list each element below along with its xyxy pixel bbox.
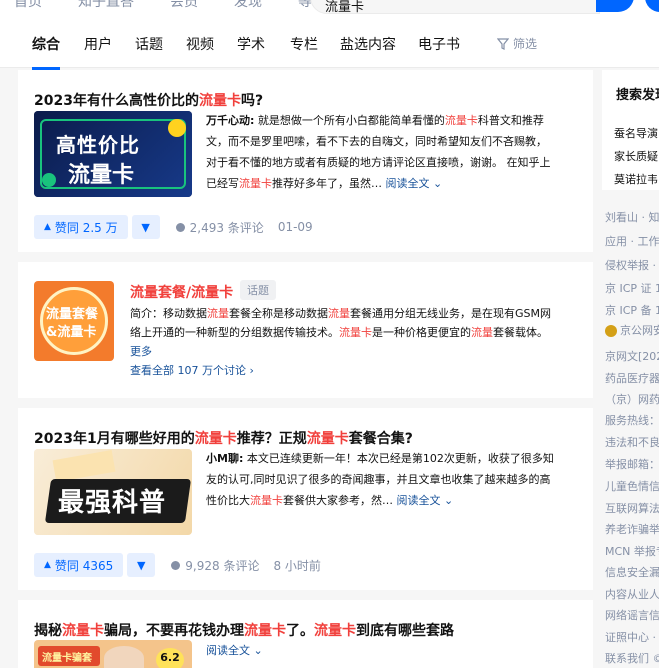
tab-academic[interactable]: 学术 bbox=[237, 34, 265, 54]
card-excerpt[interactable]: 万千心动: 就是想做一个所有小白都能简单看懂的流量卡科普文和推荐 文，而不是罗里… bbox=[206, 110, 576, 194]
topic-more-link[interactable]: 更多 bbox=[130, 342, 580, 361]
chevron-right-icon: › bbox=[249, 364, 254, 377]
read-more-link[interactable]: 阅读全文 ⌄ bbox=[386, 177, 443, 190]
comment-button[interactable]: 2,493 条评论 bbox=[175, 219, 264, 236]
card-thumbnail[interactable]: 最强科普 bbox=[34, 449, 192, 535]
topic-card: 流量套餐 &流量卡 流量套餐/流量卡 话题 简介：移动数据流量套餐全称是移动数据… bbox=[18, 262, 593, 398]
sidebar-item[interactable]: 莫诺拉韦 bbox=[614, 171, 658, 187]
search-button[interactable] bbox=[596, 0, 634, 12]
card-title[interactable]: 2023年有什么高性价比的流量卡吗? bbox=[34, 90, 263, 110]
card-thumbnail[interactable]: 高性价比 流量卡 bbox=[34, 111, 192, 197]
nav-discover[interactable]: 发现 bbox=[234, 0, 262, 11]
chevron-down-icon: ⌄ bbox=[253, 644, 263, 657]
nav-home[interactable]: 首页 bbox=[14, 0, 42, 11]
topic-description: 简介：移动数据流量套餐全称是移动数据流量套餐通用分组无线业务，是在现有GSM网 … bbox=[130, 304, 580, 361]
search-discovery-panel: 搜索发现 蚕名导演 家长质疑 莫诺拉韦 bbox=[602, 70, 659, 190]
downvote-button[interactable]: ▼ bbox=[127, 553, 156, 577]
card-actions: ▲ 赞同 4365 ▼ 9,928 条评论 8 小时前 bbox=[34, 553, 321, 577]
tab-ebooks[interactable]: 电子书 bbox=[418, 34, 460, 54]
topic-image[interactable]: 流量套餐 &流量卡 bbox=[34, 281, 114, 361]
tab-users[interactable]: 用户 bbox=[84, 34, 112, 54]
upvote-button[interactable]: ▲ 赞同 4365 bbox=[34, 553, 124, 577]
filter-label: 筛选 bbox=[513, 37, 538, 51]
triangle-up-icon: ▲ bbox=[44, 560, 51, 570]
top-nav: 首页 知乎直答 会员 发现 等你来答 bbox=[14, 0, 354, 11]
comment-button[interactable]: 9,928 条评论 bbox=[171, 557, 259, 574]
tab-videos[interactable]: 视频 bbox=[186, 34, 214, 54]
triangle-down-icon: ▼ bbox=[137, 558, 146, 572]
sim-icon bbox=[42, 173, 56, 187]
card-excerpt[interactable]: 阅读全文 ⌄ bbox=[206, 640, 576, 661]
answer-card: 2023年1月有哪些好用的流量卡推荐？正规流量卡套餐合集? 最强科普 小M聊: … bbox=[18, 408, 593, 590]
smiley-icon bbox=[168, 119, 186, 137]
tab-topics[interactable]: 话题 bbox=[135, 34, 163, 54]
card-actions: ▲ 赞同 2.5 万 ▼ 2,493 条评论 01-09 bbox=[34, 215, 313, 239]
sidebar-title: 搜索发现 bbox=[616, 88, 659, 103]
topic-name[interactable]: 流量套餐/流量卡 bbox=[130, 282, 233, 302]
tab-salt[interactable]: 盐选内容 bbox=[340, 34, 396, 54]
post-date: 8 小时前 bbox=[273, 558, 321, 573]
answer-card: 2023年有什么高性价比的流量卡吗? 高性价比 流量卡 万千心动: 就是想做一个… bbox=[18, 70, 593, 252]
filter-icon bbox=[497, 37, 509, 50]
chevron-down-icon: ⌄ bbox=[433, 177, 443, 190]
answer-card: 揭秘流量卡骗局，不要再花钱办理流量卡了。流量卡到底有哪些套路 流量卡骗套 6.2… bbox=[18, 600, 593, 668]
card-excerpt[interactable]: 小M聊: 本文已连续更新一年！本次已经是第102次更新，收获了很多知 友的认可,… bbox=[206, 448, 576, 511]
nav-zhida[interactable]: 知乎直答 bbox=[78, 0, 134, 11]
nav-vip[interactable]: 会员 bbox=[170, 0, 198, 11]
police-icon bbox=[605, 325, 617, 337]
card-thumbnail[interactable]: 流量卡骗套 6.2 bbox=[34, 640, 192, 668]
card-title[interactable]: 揭秘流量卡骗局，不要再花钱办理流量卡了。流量卡到底有哪些套路 bbox=[34, 620, 454, 640]
upvote-button[interactable]: ▲ 赞同 2.5 万 bbox=[34, 215, 128, 239]
card-title[interactable]: 2023年1月有哪些好用的流量卡推荐？正规流量卡套餐合集? bbox=[34, 428, 413, 448]
search-tabs: 综合 用户 话题 视频 学术 专栏 盐选内容 电子书 筛选 bbox=[0, 18, 659, 70]
tab-columns[interactable]: 专栏 bbox=[290, 34, 318, 54]
downvote-button[interactable]: ▼ bbox=[131, 215, 160, 239]
topic-tag: 话题 bbox=[240, 280, 276, 300]
search-input[interactable]: 流量卡 bbox=[310, 0, 600, 15]
sidebar-item[interactable]: 家长质疑 bbox=[614, 148, 658, 164]
read-more-link[interactable]: 阅读全文 ⌄ bbox=[397, 494, 454, 507]
comment-icon bbox=[175, 222, 185, 232]
search-query: 流量卡 bbox=[325, 0, 365, 15]
read-more-link[interactable]: 阅读全文 ⌄ bbox=[206, 644, 263, 657]
comment-icon bbox=[171, 560, 181, 570]
triangle-up-icon: ▲ bbox=[44, 222, 51, 232]
tab-all[interactable]: 综合 bbox=[32, 34, 60, 70]
top-header: 首页 知乎直答 会员 发现 等你来答 流量卡 bbox=[0, 0, 659, 18]
triangle-down-icon: ▼ bbox=[141, 220, 150, 234]
topic-all-link[interactable]: 查看全部 107 万个讨论 › bbox=[130, 362, 254, 378]
police-badge[interactable]: 京公网安 bbox=[605, 322, 659, 338]
post-date: 01-09 bbox=[277, 220, 313, 234]
chevron-down-icon: ⌄ bbox=[444, 494, 454, 507]
filter-button[interactable]: 筛选 bbox=[497, 35, 537, 52]
sidebar-item[interactable]: 蚕名导演 bbox=[614, 125, 658, 141]
ask-button[interactable] bbox=[645, 0, 659, 12]
